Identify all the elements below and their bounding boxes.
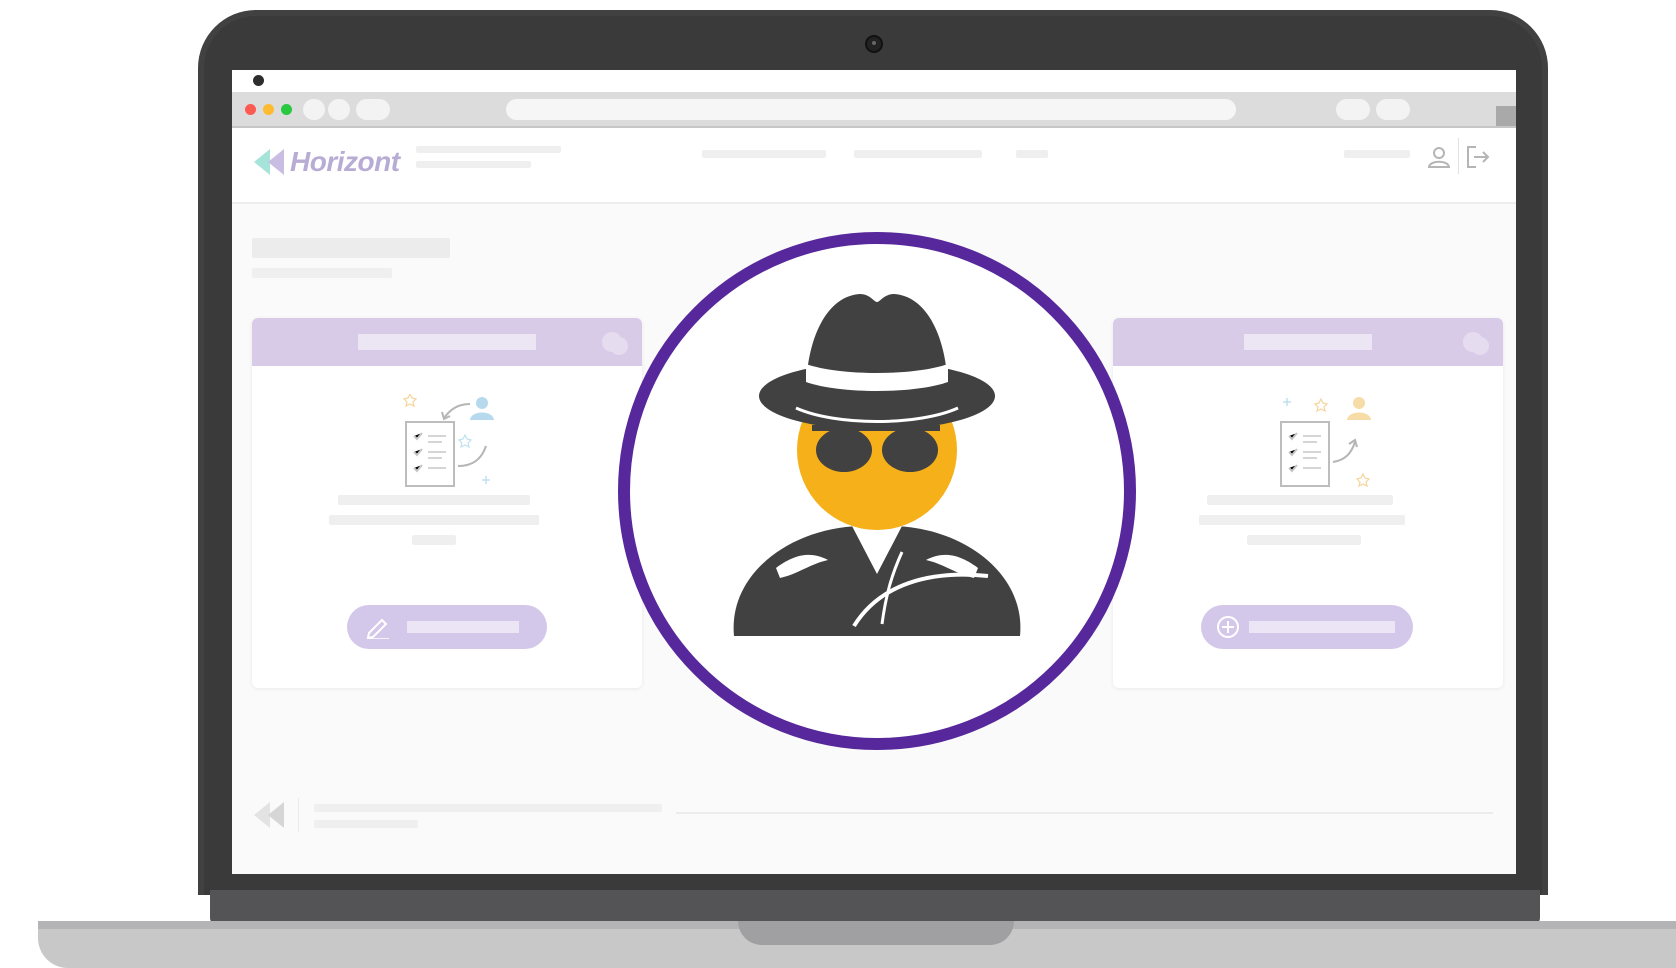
share-button[interactable]	[1336, 99, 1370, 120]
laptop-hinge	[210, 890, 1540, 924]
app-header: Horizont	[232, 128, 1516, 204]
horizont-mark-icon	[254, 802, 284, 828]
maximize-window-button[interactable]	[281, 104, 292, 115]
card-title-placeholder	[358, 334, 536, 350]
app-subtitle-placeholder	[416, 146, 561, 153]
logout-icon[interactable]	[1465, 144, 1491, 170]
header-divider	[1458, 138, 1459, 174]
user-icon[interactable]	[1426, 144, 1452, 170]
browser-top-strip	[232, 70, 1516, 92]
card-text-placeholder	[1207, 495, 1393, 505]
nav-link-placeholder[interactable]	[854, 150, 982, 158]
checklist-assign-icon	[1280, 397, 1371, 488]
browser-toolbar	[232, 92, 1516, 128]
card-text-placeholder	[412, 535, 456, 545]
pencil-icon	[366, 618, 389, 639]
nav-link-placeholder[interactable]	[702, 150, 826, 158]
add-button[interactable]	[1201, 605, 1413, 649]
logo-text: Horizont	[290, 146, 400, 177]
plus-circle-icon	[1217, 616, 1239, 638]
card-text-placeholder	[329, 515, 539, 525]
incognito-badge	[618, 232, 1136, 750]
card-left	[252, 318, 642, 688]
card-right	[1113, 318, 1503, 688]
reload-button[interactable]	[356, 99, 390, 120]
horizont-logo[interactable]: Horizont	[250, 146, 400, 178]
footer-text-placeholder	[314, 804, 662, 812]
edit-button-label-placeholder	[407, 621, 519, 633]
horizont-mark-icon	[254, 149, 284, 175]
card-text-placeholder	[338, 495, 530, 505]
laptop-base-notch	[738, 921, 1014, 945]
app-subtitle-placeholder	[416, 161, 531, 168]
footer-line	[676, 812, 1493, 814]
card-header	[1113, 318, 1503, 366]
edit-button[interactable]	[347, 605, 547, 649]
user-name-placeholder	[1344, 150, 1410, 158]
card-title-placeholder	[1244, 334, 1372, 350]
nav-link-placeholder[interactable]	[1016, 150, 1048, 158]
page-subtitle-placeholder	[252, 268, 392, 278]
incognito-spy-icon	[733, 294, 1021, 636]
back-button[interactable]	[303, 99, 325, 120]
forward-button[interactable]	[328, 99, 350, 120]
card-text-placeholder	[1199, 515, 1405, 525]
card-text-placeholder	[1247, 535, 1361, 545]
card-header	[252, 318, 642, 366]
checklist-handoff-icon	[402, 394, 494, 487]
add-button-label-placeholder	[1249, 621, 1395, 633]
webcam-icon	[865, 35, 883, 53]
tabs-button[interactable]	[1376, 99, 1410, 120]
card-decor-icon	[602, 332, 628, 355]
card-decor-icon	[1463, 332, 1489, 355]
address-bar[interactable]	[506, 99, 1236, 120]
page-title-placeholder	[252, 238, 450, 258]
screen-dot	[253, 75, 264, 86]
footer-text-placeholder	[314, 820, 418, 828]
minimize-window-button[interactable]	[263, 104, 274, 115]
close-window-button[interactable]	[245, 104, 256, 115]
footer-divider	[298, 798, 299, 832]
scrollbar[interactable]	[1496, 106, 1516, 126]
